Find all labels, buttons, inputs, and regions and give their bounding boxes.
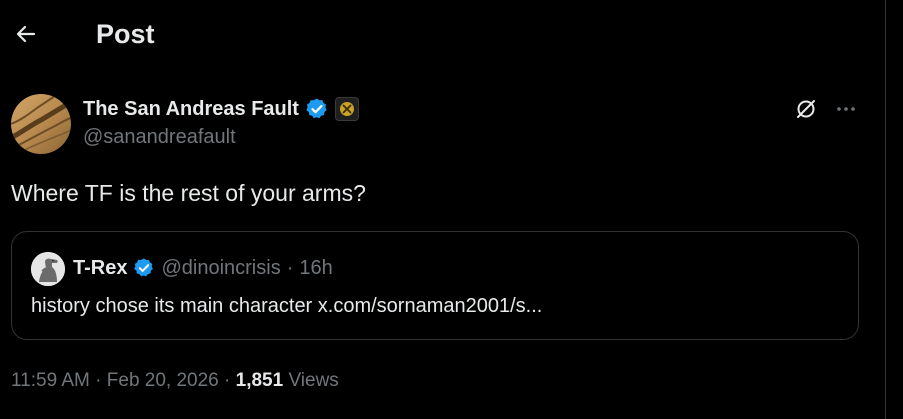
arrow-left-icon xyxy=(16,25,36,43)
quoted-display-name[interactable]: T-Rex xyxy=(73,257,127,280)
views-count: 1,851 xyxy=(235,370,284,391)
meta-separator: · xyxy=(95,370,102,391)
views-label: Views xyxy=(288,370,339,391)
quoted-author-avatar[interactable] xyxy=(31,252,65,286)
affiliate-badge-icon[interactable] xyxy=(334,97,359,121)
avatar-image xyxy=(31,252,65,286)
verified-badge-icon[interactable] xyxy=(133,257,155,279)
avatar-image xyxy=(11,94,71,154)
verified-badge-icon[interactable] xyxy=(305,97,329,121)
author-row: The San Andreas Fault xyxy=(83,96,359,122)
grok-icon xyxy=(797,100,815,118)
quoted-post-card[interactable]: T-Rex @dinoincrisis · 16h history chose … xyxy=(11,231,859,340)
quoted-post-text: history chose its main character x.com/s… xyxy=(31,295,543,317)
post-date[interactable]: Feb 20, 2026 xyxy=(107,370,219,391)
quoted-separator: · xyxy=(286,256,294,279)
author-handle[interactable]: @sanandreafault xyxy=(83,126,236,149)
more-horizontal-icon xyxy=(837,107,855,111)
meta-separator: · xyxy=(224,370,231,391)
affiliate-logo-icon xyxy=(339,102,354,116)
back-button[interactable] xyxy=(8,16,44,52)
grok-button[interactable] xyxy=(791,94,821,124)
post-text: Where TF is the rest of your arms? xyxy=(11,180,366,206)
page-header: Post xyxy=(0,0,885,72)
more-button[interactable] xyxy=(831,94,861,124)
post-time[interactable]: 11:59 AM xyxy=(11,370,90,391)
author-display-name[interactable]: The San Andreas Fault xyxy=(83,98,299,121)
author-avatar[interactable] xyxy=(11,94,71,154)
post-metadata: 11:59 AM · Feb 20, 2026 · 1,851 Views xyxy=(11,370,339,392)
page-title: Post xyxy=(96,19,155,49)
column-divider xyxy=(885,0,886,419)
quoted-time[interactable]: 16h xyxy=(299,257,332,280)
quoted-author-row: T-Rex @dinoincrisis · 16h xyxy=(73,254,333,282)
quoted-handle[interactable]: @dinoincrisis xyxy=(161,257,280,280)
